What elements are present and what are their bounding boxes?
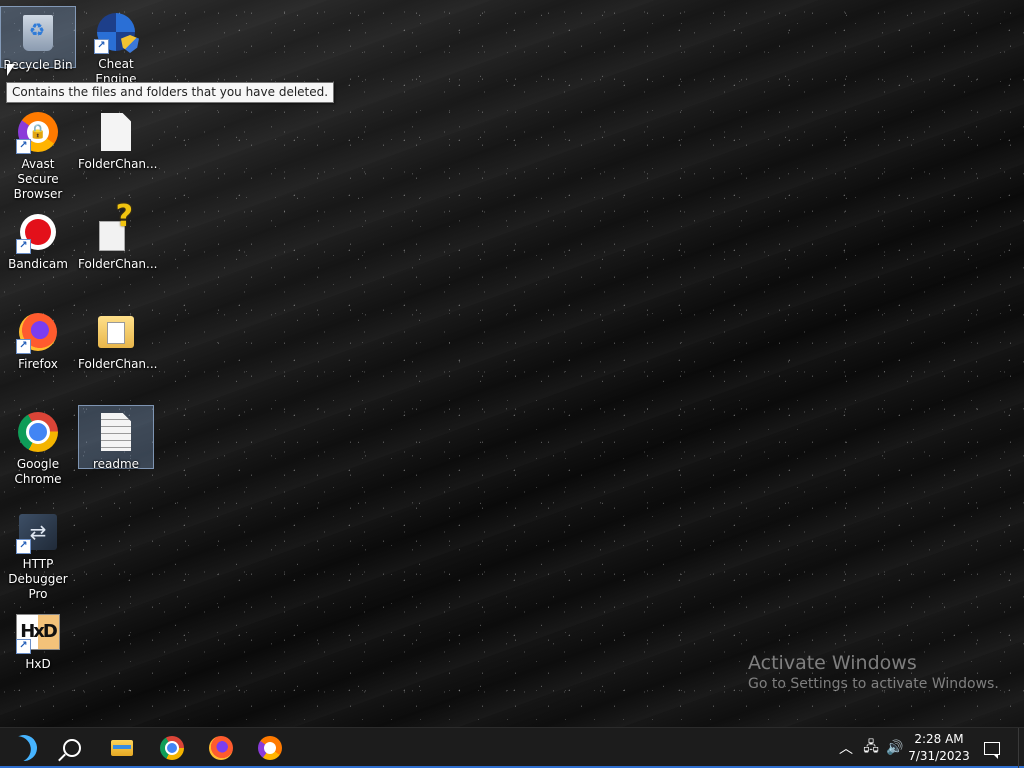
cheat-engine-icon: ↗	[94, 10, 138, 54]
desktop-icon-label: Avast Secure Browser	[13, 157, 63, 201]
shortcut-arrow-icon: ↗	[16, 639, 31, 654]
chrome-icon	[160, 736, 184, 760]
firefox-icon	[209, 736, 233, 760]
shortcut-arrow-icon: ↗	[94, 39, 109, 54]
mouse-cursor-icon	[7, 64, 15, 76]
desktop-icon-label: FolderChan...	[78, 157, 158, 171]
bandicam-icon: ↗	[16, 210, 60, 254]
clock-time: 2:28 AM	[914, 732, 964, 746]
taskbar-firefox[interactable]	[197, 728, 245, 768]
taskbar-file-explorer[interactable]	[98, 728, 146, 768]
network-icon: 🖧	[863, 739, 879, 755]
desktop-icon-label: readme	[92, 457, 140, 471]
notification-icon	[984, 741, 1000, 759]
desktop-icon-cheat-engine[interactable]: ↗ Cheat Engine	[78, 6, 154, 87]
desktop-icon-folderchan-3[interactable]: FolderChan...	[78, 306, 158, 372]
desktop-icon-label: Google Chrome	[14, 457, 62, 486]
clock-date: 7/31/2023	[908, 749, 970, 763]
taskbar-avast-browser[interactable]	[246, 728, 294, 768]
show-desktop-button[interactable]	[1018, 728, 1024, 768]
search-button[interactable]	[48, 728, 96, 768]
shortcut-arrow-icon: ↗	[16, 239, 31, 254]
file-explorer-icon	[111, 740, 133, 756]
chrome-icon	[16, 410, 60, 454]
network-button[interactable]: 🖧	[860, 728, 882, 768]
firefox-icon: ↗	[16, 310, 60, 354]
desktop-icon-label: Bandicam	[8, 257, 68, 271]
taskbar: ︿ 🖧 🔊 2:28 AM 7/31/2023	[0, 727, 1024, 768]
unknown-file-icon: ?	[94, 202, 138, 254]
recycle-bin-tooltip: Contains the files and folders that you …	[6, 82, 335, 103]
desktop-icon-label: HTTP Debugger Pro	[8, 557, 68, 601]
desktop-icon-folderchan-2[interactable]: ? FolderChan...	[78, 202, 158, 272]
shortcut-arrow-icon: ↗	[16, 339, 31, 354]
activate-windows-watermark: Activate Windows Go to Settings to activ…	[748, 651, 999, 693]
desktop-icon-label: Firefox	[18, 357, 58, 371]
start-button[interactable]	[0, 728, 48, 768]
avast-browser-icon: 🔒 ↗	[16, 110, 60, 154]
shortcut-arrow-icon: ↗	[16, 139, 31, 154]
desktop-icon-readme[interactable]: readme	[78, 405, 154, 471]
hxd-icon: HxD ↗	[16, 610, 60, 654]
start-icon	[6, 730, 42, 766]
watermark-title: Activate Windows	[748, 652, 917, 674]
action-center-button[interactable]	[980, 728, 1004, 768]
avast-browser-icon	[258, 736, 282, 760]
desktop-icon-http-debugger-pro[interactable]: ⇄ ↗ HTTP Debugger Pro	[0, 506, 76, 602]
chevron-up-icon: ︿	[839, 741, 853, 757]
recycle-bin-icon	[16, 11, 60, 55]
desktop-icon-label: HxD	[25, 657, 51, 671]
desktop-icon-firefox[interactable]: ↗ Firefox	[0, 306, 76, 372]
show-hidden-icons-button[interactable]: ︿	[836, 728, 856, 768]
desktop-icon-bandicam[interactable]: ↗ Bandicam	[0, 206, 76, 272]
shortcut-arrow-icon: ↗	[16, 539, 31, 554]
desktop-icon-label: FolderChan...	[78, 357, 158, 371]
desktop-icon-recycle-bin[interactable]: Recycle Bin	[0, 6, 76, 72]
desktop-icon-folderchan-1[interactable]: FolderChan...	[78, 106, 158, 172]
volume-button[interactable]: 🔊	[884, 728, 906, 768]
desktop-icon-hxd[interactable]: HxD ↗ HxD	[0, 606, 76, 672]
taskbar-chrome[interactable]	[148, 728, 196, 768]
folder-file-icon	[94, 310, 138, 354]
watermark-subtitle: Go to Settings to activate Windows.	[748, 676, 999, 692]
http-debugger-icon: ⇄ ↗	[16, 510, 60, 554]
text-file-icon	[94, 110, 138, 154]
search-icon	[63, 739, 81, 757]
text-file-icon	[94, 410, 138, 454]
desktop-icon-label: FolderChan...	[78, 257, 158, 271]
desktop-icon-google-chrome[interactable]: Google Chrome	[0, 406, 76, 487]
volume-icon: 🔊	[886, 740, 904, 756]
taskbar-clock[interactable]: 2:28 AM 7/31/2023	[906, 731, 972, 765]
desktop-icon-avast-secure-browser[interactable]: 🔒 ↗ Avast Secure Browser	[0, 106, 76, 202]
